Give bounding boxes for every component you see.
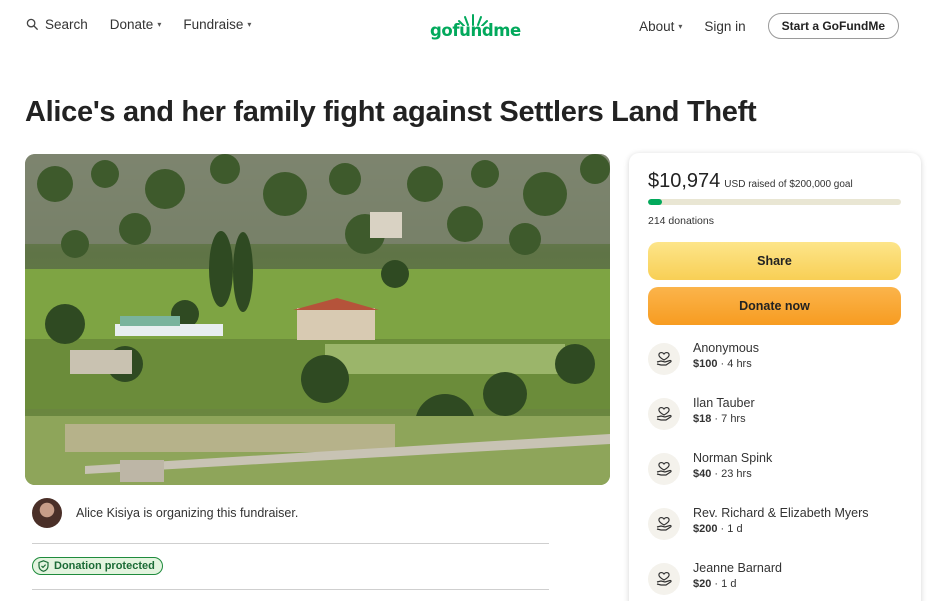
donor-meta: $18 · 7 hrs	[693, 413, 746, 425]
donation-hand-icon	[648, 508, 680, 540]
donor-time: 1 d	[721, 578, 737, 590]
sign-in-label: Sign in	[704, 18, 746, 34]
donor-amount: $40	[693, 468, 712, 480]
donor-name: Ilan Tauber	[693, 396, 755, 410]
nav-right: About ▾ Sign in Start a GoFundMe	[639, 13, 921, 39]
donation-hand-icon	[648, 563, 680, 595]
donor-name: Rev. Richard & Elizabeth Myers	[693, 506, 869, 520]
progress-bar	[648, 199, 901, 205]
donor-name: Norman Spink	[693, 451, 773, 465]
donor-amount: $18	[693, 413, 712, 425]
fundraise-menu[interactable]: Fundraise ▾	[183, 17, 251, 32]
sign-in-link[interactable]: Sign in	[704, 19, 745, 34]
donation-protected-label: Donation protected	[54, 560, 155, 572]
donation-hand-icon	[648, 453, 680, 485]
nav-left: Search Donate ▾ Fundraise ▾	[26, 17, 273, 32]
divider	[32, 543, 549, 544]
organizer-text: Alice Kisiya is organizing this fundrais…	[76, 506, 299, 520]
logo-wordmark: gofundme	[430, 21, 521, 40]
chevron-down-icon: ▾	[678, 21, 683, 31]
donation-protected-badge[interactable]: Donation protected	[32, 557, 163, 575]
donate-menu-label: Donate	[109, 17, 154, 32]
donor-name: Anonymous	[693, 341, 760, 355]
donor-name: Jeanne Barnard	[693, 561, 782, 575]
donor-amount: $100	[693, 358, 718, 370]
donor-time: 1 d	[727, 523, 743, 535]
about-menu[interactable]: About ▾	[639, 19, 682, 34]
donor-meta: $100 · 4 hrs	[693, 358, 752, 370]
search-label: Search	[45, 17, 88, 32]
fundraise-menu-label: Fundraise	[183, 17, 244, 32]
donation-panel: $10,974 USD raised of $200,000 goal 214 …	[629, 153, 921, 601]
organizer-row: Alice Kisiya is organizing this fundrais…	[32, 498, 298, 528]
avatar[interactable]	[32, 498, 62, 528]
top-nav: Search Donate ▾ Fundraise ▾ gofundme Abo…	[0, 0, 927, 52]
progress-fill	[648, 199, 662, 205]
donor-time: 4 hrs	[727, 358, 752, 370]
search-icon	[26, 18, 39, 31]
donor-time: 7 hrs	[721, 413, 746, 425]
donation-hand-icon	[648, 398, 680, 430]
chevron-down-icon: ▾	[247, 20, 252, 29]
donor-amount: $200	[693, 523, 718, 535]
search-link[interactable]: Search	[26, 17, 88, 32]
about-menu-label: About	[639, 18, 675, 34]
donate-menu[interactable]: Donate ▾	[110, 17, 162, 32]
gofundme-logo[interactable]: gofundme	[430, 12, 521, 42]
list-item: Anonymous $100 · 4 hrs	[648, 339, 908, 379]
campaign-hero-image	[25, 154, 610, 485]
donor-meta: $200 · 1 d	[693, 523, 743, 535]
list-item: Jeanne Barnard $20 · 1 d	[648, 559, 908, 599]
divider	[32, 589, 549, 590]
list-item: Norman Spink $40 · 23 hrs	[648, 449, 908, 489]
donations-count: 214 donations	[648, 215, 714, 227]
list-item: Ilan Tauber $18 · 7 hrs	[648, 394, 908, 434]
raised-summary: $10,974 USD raised of $200,000 goal	[648, 170, 853, 193]
share-button[interactable]: Share	[648, 242, 901, 280]
raised-amount: $10,974	[648, 170, 721, 192]
donor-amount: $20	[693, 578, 712, 590]
donor-meta: $20 · 1 d	[693, 578, 737, 590]
page-title: Alice's and her family fight against Set…	[25, 96, 757, 128]
donor-meta: $40 · 23 hrs	[693, 468, 752, 480]
donation-hand-icon	[648, 343, 680, 375]
donor-time: 23 hrs	[721, 468, 752, 480]
list-item: Rev. Richard & Elizabeth Myers $200 · 1 …	[648, 504, 908, 544]
start-gofundme-button[interactable]: Start a GoFundMe	[767, 13, 899, 39]
raised-goal-label: USD raised of $200,000 goal	[724, 179, 853, 190]
donate-now-button[interactable]: Donate now	[648, 287, 901, 325]
chevron-down-icon: ▾	[157, 20, 162, 29]
shield-icon	[38, 560, 49, 572]
